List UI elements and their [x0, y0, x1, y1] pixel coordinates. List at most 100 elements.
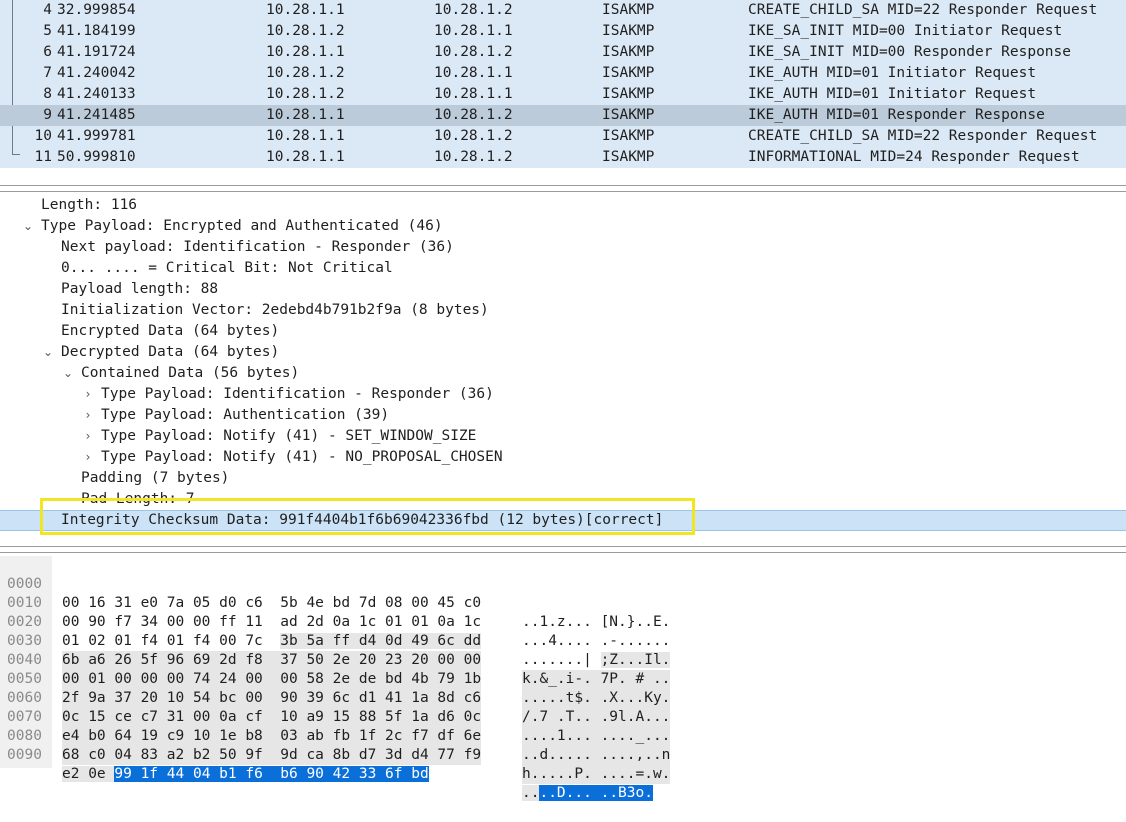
- packet-time: 41.240042: [57, 65, 136, 81]
- hex-row[interactable]: 0050 2f 9a 37 20 10 54 bc 00 90 39 6c d1…: [0, 651, 1126, 727]
- hex-row[interactable]: 0010 00 90 f7 34 00 00 ff 11 ad 2d 0a 1c…: [0, 575, 1126, 649]
- hex-bytes-shaded[interactable]: e2 0e: [62, 766, 115, 782]
- ascii-bytes-selected[interactable]: ..D...: [539, 785, 592, 801]
- packet-destination: 10.28.1.1: [434, 86, 513, 102]
- hex-row[interactable]: 0080 68 c0 04 83 a2 b2 50 9f 9d ca 8b d7…: [0, 708, 1126, 784]
- hex-bytes-selected[interactable]: 99 1f 44 04 b1 f6: [114, 766, 263, 782]
- ascii-bytes-shaded[interactable]: ..: [522, 785, 540, 801]
- packet-row[interactable]: 4 32.999854 10.28.1.1 10.28.1.2 ISAKMP C…: [0, 0, 1126, 21]
- tree-item-critical-bit[interactable]: 0... .... = Critical Bit: Not Critical: [61, 258, 393, 279]
- packet-row[interactable]: 8 41.240133 10.28.1.2 10.28.1.1 ISAKMP I…: [0, 84, 1126, 105]
- packet-destination: 10.28.1.1: [434, 65, 513, 81]
- packet-details-tree[interactable]: Length: 116 Type Payload: Encrypted and …: [0, 195, 1126, 540]
- packet-destination: 10.28.1.1: [434, 23, 513, 39]
- tree-item-tp-notify-window-size[interactable]: Type Payload: Notify (41) - SET_WINDOW_S…: [101, 426, 476, 447]
- tree-item-label: Padding (7 bytes): [81, 470, 230, 486]
- packet-time: 32.999854: [57, 2, 136, 18]
- hex-bytes-shaded[interactable]: 68 c0 04 83 a2 b2 50 9f: [62, 747, 263, 763]
- ascii-bytes-shaded[interactable]: ....,..n: [601, 747, 671, 763]
- packet-time: 41.999781: [57, 128, 136, 144]
- tree-item-tp-authentication[interactable]: Type Payload: Authentication (39): [101, 405, 389, 426]
- collapse-chevron-right-icon[interactable]: ›: [81, 405, 95, 426]
- tree-item-type-payload[interactable]: Type Payload: Encrypted and Authenticate…: [41, 216, 443, 237]
- packet-source: 10.28.1.1: [266, 2, 345, 18]
- collapse-chevron-right-icon[interactable]: ›: [81, 447, 95, 468]
- tree-item-label: Type Payload: Encrypted and Authenticate…: [41, 218, 443, 234]
- packet-destination: 10.28.1.2: [434, 149, 513, 165]
- packet-number: 11: [34, 149, 52, 165]
- packet-destination: 10.28.1.2: [434, 44, 513, 60]
- ascii-bytes-shaded[interactable]: ....=.w.: [601, 766, 671, 782]
- hex-row[interactable]: 0000 00 16 31 e0 7a 05 d0 c6 5b 4e bd 7d…: [0, 556, 1126, 630]
- packet-protocol: ISAKMP: [602, 65, 655, 81]
- packet-destination: 10.28.1.2: [434, 2, 513, 18]
- collapse-chevron-right-icon[interactable]: ›: [81, 384, 95, 405]
- packet-source: 10.28.1.2: [266, 86, 345, 102]
- packet-info: CREATE_CHILD_SA MID=22 Responder Request: [748, 2, 1098, 18]
- hex-offset: 0090: [7, 747, 42, 763]
- tree-item-padding[interactable]: Padding (7 bytes): [81, 468, 229, 489]
- pane-splitter[interactable]: [0, 546, 1126, 547]
- packet-row[interactable]: 7 41.240042 10.28.1.2 10.28.1.1 ISAKMP I…: [0, 63, 1126, 84]
- hex-row[interactable]: 0030 6b a6 26 5f 96 69 2d f8 37 50 2e 20…: [0, 613, 1126, 689]
- packet-protocol: ISAKMP: [602, 44, 655, 60]
- tree-item-label: 0... .... = Critical Bit: Not Critical: [61, 260, 393, 276]
- packet-destination: 10.28.1.2: [434, 107, 513, 123]
- packet-info: IKE_AUTH MID=01 Responder Response: [748, 107, 1045, 123]
- packet-protocol: ISAKMP: [602, 2, 655, 18]
- packet-protocol: ISAKMP: [602, 86, 655, 102]
- tree-item-tp-notify-no-proposal[interactable]: Type Payload: Notify (41) - NO_PROPOSAL_…: [101, 447, 503, 468]
- packet-list[interactable]: 4 32.999854 10.28.1.1 10.28.1.2 ISAKMP C…: [0, 0, 1126, 168]
- ascii-bytes-selected[interactable]: ..B3o.: [600, 785, 653, 801]
- packet-row[interactable]: 5 41.184199 10.28.1.2 10.28.1.1 ISAKMP I…: [0, 21, 1126, 42]
- hex-row[interactable]: 0020 01 02 01 f4 01 f4 00 7c 3b 5a ff d4…: [0, 594, 1126, 668]
- expand-chevron-down-icon[interactable]: ⌄: [61, 363, 75, 384]
- ascii-bytes-shaded[interactable]: h.....P.: [522, 766, 592, 782]
- packet-protocol: ISAKMP: [602, 149, 655, 165]
- tree-item-label: Type Payload: Identification - Responder…: [101, 386, 494, 402]
- packet-row[interactable]: 11 50.999810 10.28.1.1 10.28.1.2 ISAKMP …: [0, 147, 1126, 168]
- packet-time: 50.999810: [57, 149, 136, 165]
- hex-row[interactable]: 0070 e4 b0 64 19 c9 10 1e b8 03 ab fb 1f…: [0, 689, 1126, 765]
- packet-info: CREATE_CHILD_SA MID=22 Responder Request: [748, 128, 1098, 144]
- tree-item-label: Type Payload: Authentication (39): [101, 407, 390, 423]
- packet-row[interactable]: 6 41.191724 10.28.1.1 10.28.1.2 ISAKMP I…: [0, 42, 1126, 63]
- packet-row[interactable]: 10 41.999781 10.28.1.1 10.28.1.2 ISAKMP …: [0, 126, 1126, 147]
- pane-splitter[interactable]: [0, 185, 1126, 186]
- tree-item-next-payload[interactable]: Next payload: Identification - Responder…: [61, 237, 454, 258]
- packet-protocol: ISAKMP: [602, 23, 655, 39]
- hex-row[interactable]: 0090 e2 0e 99 1f 44 04 b1 f6 b6 90 42 33…: [0, 727, 1126, 801]
- packet-time: 41.191724: [57, 44, 136, 60]
- ascii-bytes-shaded[interactable]: ..d.....: [522, 747, 592, 763]
- tree-item-initialization-vector[interactable]: Initialization Vector: 2edebd4b791b2f9a …: [61, 300, 489, 321]
- packet-source: 10.28.1.1: [266, 44, 345, 60]
- packet-time: 41.240133: [57, 86, 136, 102]
- packet-source: 10.28.1.1: [266, 128, 345, 144]
- hex-row[interactable]: 0060 0c 15 ce c7 31 00 0a cf 10 a9 15 88…: [0, 670, 1126, 746]
- packet-source: 10.28.1.2: [266, 65, 345, 81]
- tree-item-payload-length[interactable]: Payload length: 88: [61, 279, 218, 300]
- packet-bytes-pane[interactable]: 0000 00 16 31 e0 7a 05 d0 c6 5b 4e bd 7d…: [0, 556, 1126, 801]
- packet-time: 41.184199: [57, 23, 136, 39]
- hex-bytes-shaded[interactable]: 9d ca 8b d7 3d d4 77 f9: [280, 747, 481, 763]
- packet-destination: 10.28.1.2: [434, 128, 513, 144]
- tree-item-decrypted-data[interactable]: Decrypted Data (64 bytes): [61, 342, 279, 363]
- packet-number: 8: [43, 86, 52, 102]
- packet-info: IKE_AUTH MID=01 Initiator Request: [748, 86, 1037, 102]
- tree-item-tp-identification[interactable]: Type Payload: Identification - Responder…: [101, 384, 494, 405]
- tree-item-contained-data[interactable]: Contained Data (56 bytes): [81, 363, 299, 384]
- packet-source: 10.28.1.1: [266, 107, 345, 123]
- tree-item-encrypted-data[interactable]: Encrypted Data (64 bytes): [61, 321, 279, 342]
- packet-row-selected[interactable]: 9 41.241485 10.28.1.1 10.28.1.2 ISAKMP I…: [0, 105, 1126, 126]
- expand-chevron-down-icon[interactable]: ⌄: [41, 342, 55, 363]
- tree-item-length[interactable]: Length: 116: [41, 195, 137, 216]
- packet-info: IKE_SA_INIT MID=00 Initiator Request: [748, 23, 1063, 39]
- hex-bytes-selected[interactable]: b6 90 42 33 6f bd: [280, 766, 429, 782]
- expand-chevron-down-icon[interactable]: ⌄: [21, 216, 35, 237]
- hex-row[interactable]: 0040 00 01 00 00 00 74 24 00 00 58 2e de…: [0, 632, 1126, 708]
- tree-item-label: Contained Data (56 bytes): [81, 365, 300, 381]
- packet-info: INFORMATIONAL MID=24 Responder Request: [748, 149, 1080, 165]
- packet-protocol: ISAKMP: [602, 107, 655, 123]
- tree-item-label: Length: 116: [41, 197, 138, 213]
- collapse-chevron-right-icon[interactable]: ›: [81, 426, 95, 447]
